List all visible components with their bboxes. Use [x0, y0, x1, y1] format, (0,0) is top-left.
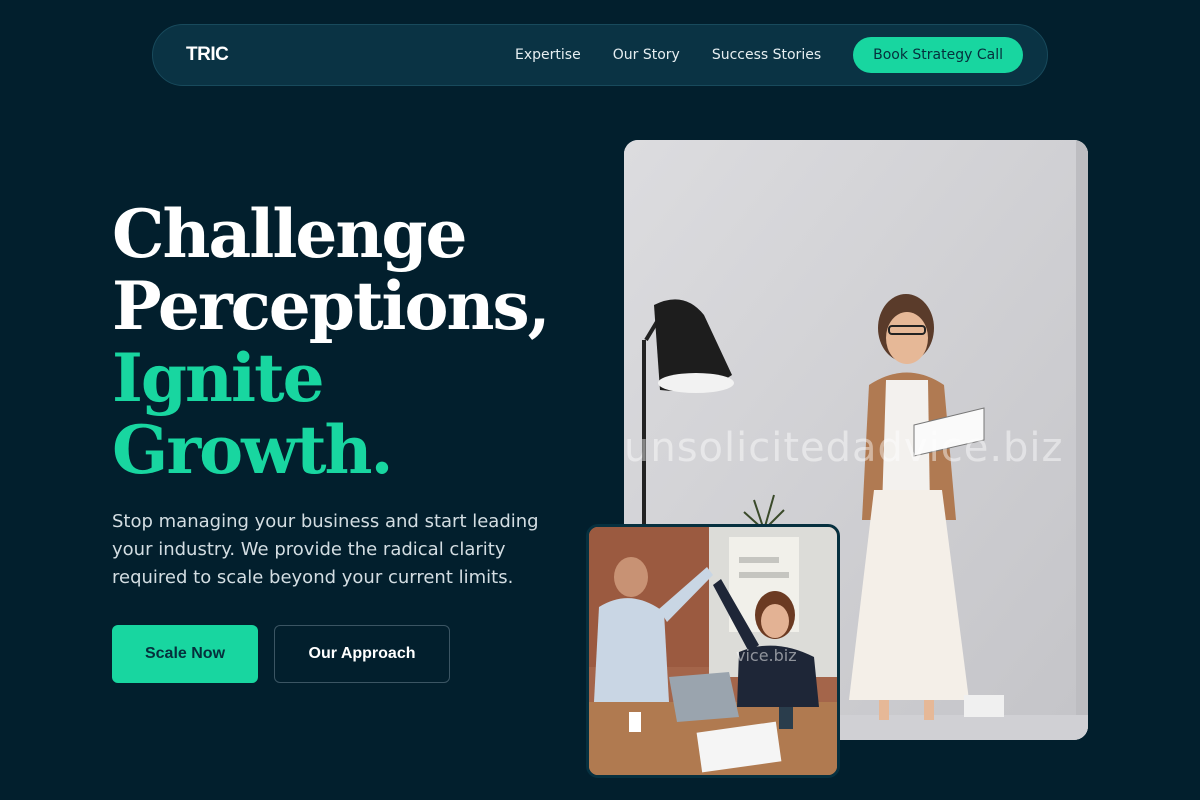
headline-line-1: Challenge [112, 195, 468, 273]
nav-links: Expertise Our Story Success Stories Book… [515, 37, 1023, 73]
hero-subtext: Stop managing your business and start le… [112, 511, 539, 588]
headline-line-4: Growth. [112, 411, 393, 489]
inset-photo-watermark: vice.biz [736, 646, 797, 665]
hero-headline: Challenge Perceptions, Ignite Growth. [112, 195, 551, 489]
inset-photo-office-high-five [586, 524, 840, 778]
top-navbar: TRIC Expertise Our Story Success Stories… [152, 24, 1048, 86]
nav-link-our-story[interactable]: Our Story [613, 47, 680, 63]
book-strategy-call-button[interactable]: Book Strategy Call [853, 37, 1023, 73]
nav-link-expertise[interactable]: Expertise [515, 47, 581, 63]
headline-line-3: Ignite [112, 339, 325, 417]
our-approach-button[interactable]: Our Approach [274, 625, 450, 683]
nav-link-success-stories[interactable]: Success Stories [712, 47, 821, 63]
headline-line-2: Perceptions, [112, 267, 551, 345]
scale-now-button[interactable]: Scale Now [112, 625, 258, 683]
logo[interactable]: TRIC [186, 44, 229, 66]
main-photo-watermark: unsolicitedadvice.biz [624, 425, 1064, 471]
